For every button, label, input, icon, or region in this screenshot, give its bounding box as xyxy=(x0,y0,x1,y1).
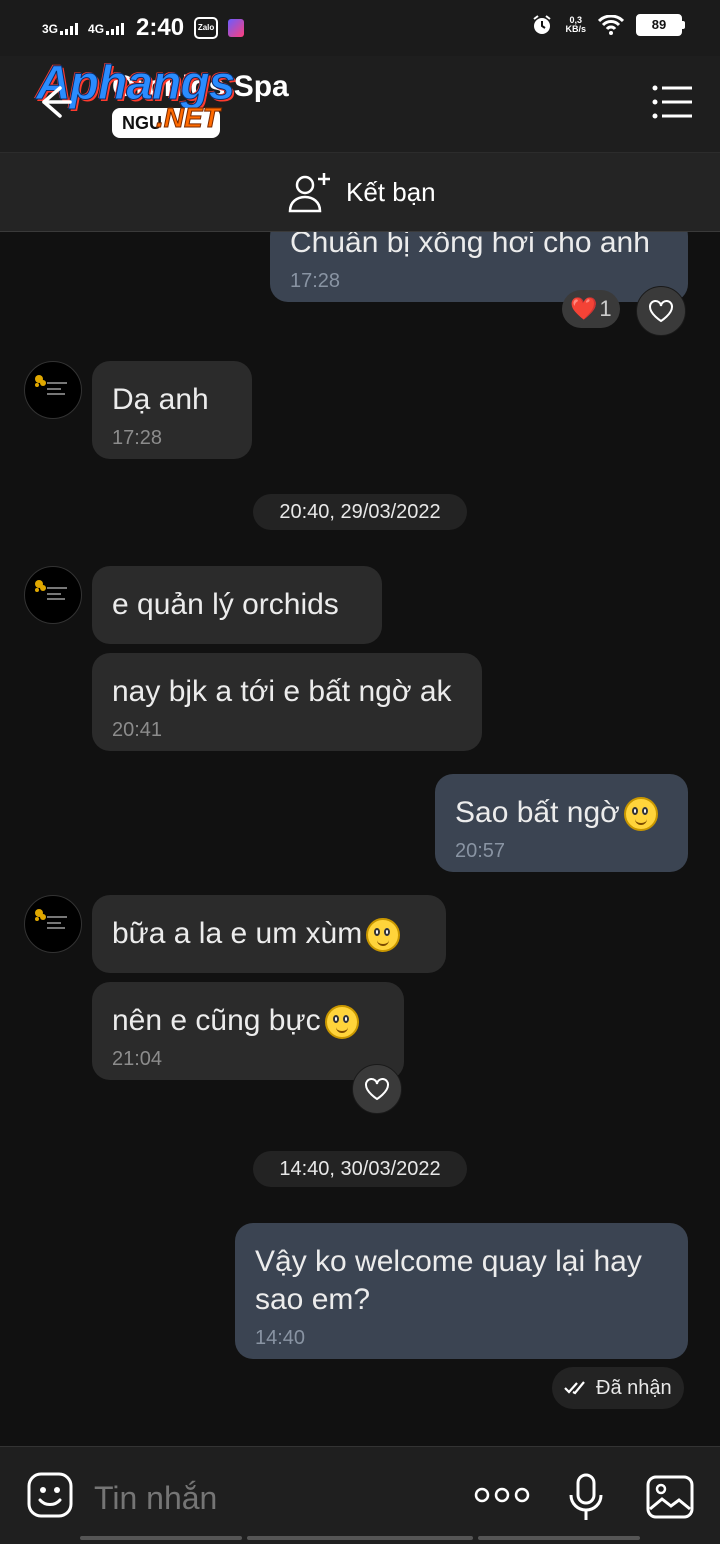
reaction-count: 1 xyxy=(599,296,612,321)
status-right: 0,3 KB/s 89 xyxy=(531,14,685,36)
signal-3g: 3G xyxy=(42,21,79,35)
message-time: 17:28 xyxy=(290,270,341,292)
status-bar: 3G 4G 2:40 Zalo 0,3 KB/s 89 xyxy=(0,0,720,56)
delivery-status: Đã nhận xyxy=(552,1367,684,1409)
avatar[interactable] xyxy=(24,566,82,624)
zalo-notification-icon: Zalo xyxy=(194,17,219,39)
message-bubble-outgoing[interactable]: Sao bất ngờ 20:57 xyxy=(435,774,688,872)
more-options-icon[interactable] xyxy=(474,1483,530,1507)
add-friend-button[interactable]: Kết bạn xyxy=(288,171,436,213)
image-gallery-icon[interactable] xyxy=(646,1475,694,1519)
reaction-pill[interactable]: ❤️ 1 xyxy=(562,290,620,328)
message-bubble-incoming[interactable]: Dạ anh 17:28 xyxy=(92,361,252,459)
react-heart-button[interactable] xyxy=(636,286,686,336)
alarm-icon xyxy=(533,15,552,34)
menu-icon[interactable] xyxy=(652,84,692,120)
nav-indicator xyxy=(478,1536,640,1540)
app-notification-icon xyxy=(228,19,245,37)
message-bubble-incoming[interactable]: e quản lý orchids xyxy=(92,566,382,644)
wifi-icon xyxy=(598,15,624,35)
heart-outline-icon xyxy=(649,300,673,323)
message-bubble-incoming[interactable]: nay bjk a tới e bất ngờ ak 20:41 xyxy=(92,653,482,751)
signal-bars-icon xyxy=(60,21,79,35)
message-bubble-incoming[interactable]: bữa a la e um xùm xyxy=(92,895,446,973)
message-bubble-incoming[interactable]: nên e cũng bực 21:04 xyxy=(92,982,404,1080)
avatar[interactable] xyxy=(24,895,82,953)
message-input[interactable] xyxy=(92,1475,456,1521)
add-friend-bar-overlay: Kết bạn xyxy=(0,152,720,232)
clock: 2:40 xyxy=(136,14,185,41)
nav-indicator xyxy=(80,1536,242,1540)
back-arrow-icon[interactable] xyxy=(30,78,78,126)
microphone-icon[interactable] xyxy=(566,1473,606,1523)
add-user-icon xyxy=(288,173,330,213)
message-time: 20:41 xyxy=(112,719,163,741)
sticker-icon[interactable] xyxy=(26,1471,74,1519)
chat-header: Orchids Spa Aphangs NGU .NET xyxy=(0,56,720,152)
message-time: 14:40 xyxy=(255,1327,306,1349)
message-time: 17:28 xyxy=(112,427,163,449)
message-input-bar xyxy=(0,1446,720,1544)
message-bubble-outgoing[interactable]: Vậy ko welcome quay lại hay sao em? 14:4… xyxy=(235,1223,688,1359)
signal-4g: 4G xyxy=(88,21,125,35)
nav-indicator xyxy=(247,1536,473,1540)
smiling-face-emoji-icon xyxy=(366,918,401,953)
message-time: 20:57 xyxy=(455,840,506,862)
battery-icon: 89 xyxy=(636,14,685,36)
smiling-face-emoji-icon xyxy=(324,1005,359,1040)
double-check-icon xyxy=(564,1381,585,1395)
avatar[interactable] xyxy=(24,361,82,419)
date-separator: 20:40, 29/03/2022 xyxy=(253,494,467,530)
smiling-face-emoji-icon xyxy=(623,797,658,832)
network-speed: 0,3 KB/s xyxy=(565,15,586,34)
react-heart-button[interactable] xyxy=(352,1064,402,1114)
signal-bars-icon xyxy=(106,21,125,35)
status-left: 3G 4G 2:40 Zalo xyxy=(42,14,245,42)
heart-reaction-icon: ❤️ xyxy=(570,296,598,321)
message-time: 21:04 xyxy=(112,1048,163,1070)
date-separator: 14:40, 30/03/2022 xyxy=(253,1151,467,1187)
heart-outline-icon xyxy=(365,1078,389,1101)
